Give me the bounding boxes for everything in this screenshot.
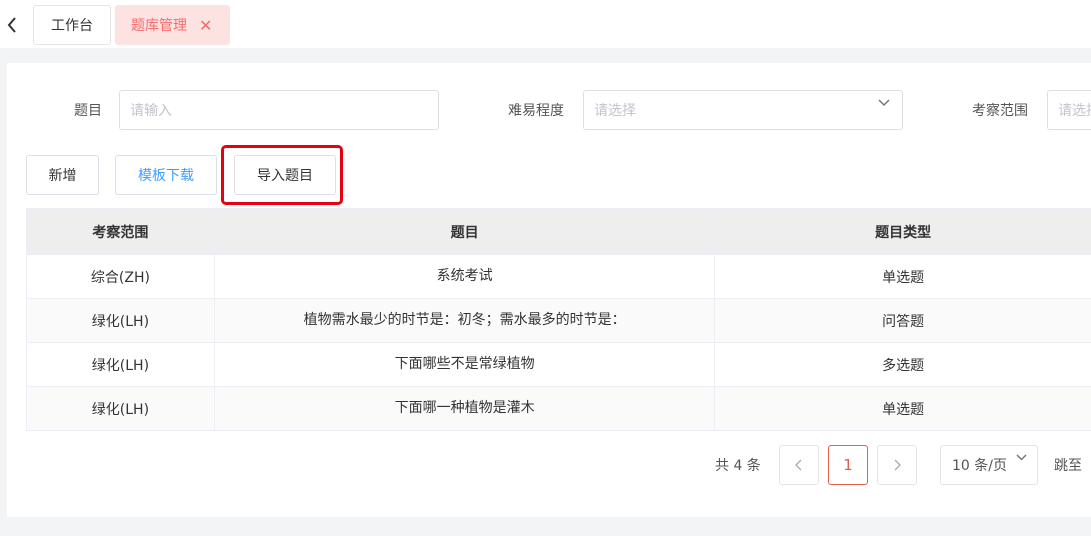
tab-workbench[interactable]: 工作台 [33,5,111,45]
tab-question-bank[interactable]: 题库管理 ✕ [115,5,230,45]
table-cell-question: 下面哪些不是常绿植物 [215,343,716,386]
difficulty-filter-label: 难易程度 [508,103,564,119]
page-jump-label: 跳至 [1054,458,1082,474]
column-header-type[interactable]: 题目类型 [715,209,1091,254]
difficulty-select-placeholder: 请选择 [594,103,636,119]
scope-filter-label: 考察范围 [972,103,1028,119]
title-input-placeholder: 请输入 [130,103,172,119]
title-search-input[interactable]: 请输入 [119,90,439,130]
table-header-row: 考察范围 题目 题目类型 [27,209,1091,255]
table-cell-type: 问答题 [882,313,925,330]
table-cell-scope: 绿化(LH) [27,299,215,342]
table-row[interactable]: 绿化(LH) 下面哪些不是常绿植物 多选题 [27,343,1091,387]
page-number-button[interactable]: 1 [828,445,868,485]
template-download-button[interactable]: 模板下载 [115,155,217,195]
questions-table: 考察范围 题目 题目类型 综合(ZH) 系统考试 单选题 绿化(LH) 植物需水… [26,208,1091,431]
pagination-total: 共 4 条 [715,458,761,474]
table-cell-question: 植物需水最少的时节是：初冬；需水最多的时节是： [215,299,716,342]
page-size-label: 10 条/页 [952,458,1007,474]
table-row[interactable]: 绿化(LH) 下面哪一种植物是灌木 单选题 [27,387,1091,431]
table-cell-question: 下面哪一种植物是灌木 [215,387,716,430]
chevron-down-icon [878,95,890,111]
tab-bar: 工作台 题库管理 ✕ [0,0,1091,48]
add-button[interactable]: 新增 [26,155,99,195]
chevron-right-icon [893,456,902,475]
table-cell-scope: 综合(ZH) [27,255,215,298]
prev-page-button[interactable] [779,445,819,485]
page-number-label: 1 [843,456,853,474]
template-download-label: 模板下载 [138,168,194,184]
chevron-left-icon [794,456,803,475]
title-filter-label: 题目 [74,103,102,119]
highlight-box [221,145,343,205]
table-cell-type: 多选题 [882,357,925,374]
chevron-down-icon [1016,450,1027,465]
table-cell-type: 单选题 [882,269,925,286]
column-header-question[interactable]: 题目 [215,209,716,254]
table-cell-type: 单选题 [882,401,925,418]
table-cell-question: 系统考试 [215,255,716,298]
tab-label: 题库管理 [131,18,187,34]
close-icon[interactable]: ✕ [199,16,212,35]
table-row[interactable]: 绿化(LH) 植物需水最少的时节是：初冬；需水最多的时节是： 问答题 [27,299,1091,343]
column-header-scope[interactable]: 考察范围 [27,209,215,254]
chevron-left-icon[interactable] [0,6,24,44]
tab-label: 工作台 [51,18,93,34]
difficulty-select[interactable]: 请选择 [583,90,903,130]
page-size-select[interactable]: 10 条/页 [940,445,1038,485]
scope-select-placeholder: 请选择 [1058,103,1091,119]
table-cell-scope: 绿化(LH) [27,343,215,386]
table-cell-scope: 绿化(LH) [27,387,215,430]
add-button-label: 新增 [48,168,77,184]
next-page-button[interactable] [877,445,917,485]
table-row[interactable]: 综合(ZH) 系统考试 单选题 [27,255,1091,299]
scope-select[interactable]: 请选择 [1047,90,1091,130]
